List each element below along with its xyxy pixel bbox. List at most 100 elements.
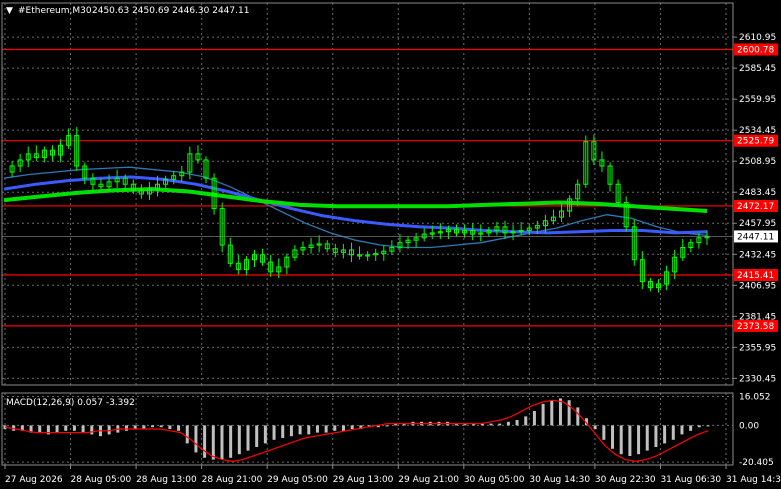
level-label: 2525.79 xyxy=(737,137,774,147)
macd-histogram-bar xyxy=(550,400,554,426)
macd-histogram-bar xyxy=(64,425,68,431)
macd-histogram-bar xyxy=(272,425,276,440)
ma_slow-line xyxy=(3,187,708,213)
macd-histogram-bar xyxy=(220,425,224,460)
macd-histogram-bar xyxy=(229,425,233,458)
y-tick-label: 2355.95 xyxy=(739,343,776,353)
macd-tick-label: -20.405 xyxy=(739,458,774,468)
symbol-label: #Ethereum,M30 xyxy=(18,6,92,16)
macd-histogram-bar xyxy=(281,425,285,438)
macd-histogram-bar xyxy=(151,425,155,428)
current-price-label: 2447.11 xyxy=(737,232,774,242)
x-tick-label: 29 Aug 13:00 xyxy=(333,475,394,485)
x-tick-label: 27 Aug 2026 xyxy=(5,475,63,485)
x-tick-label: 28 Aug 05:00 xyxy=(71,475,132,485)
macd-tick-label: 0.00 xyxy=(739,421,759,431)
level-label: 2472.17 xyxy=(737,202,774,212)
x-tick-label: 30 Aug 22:30 xyxy=(595,475,656,485)
macd-histogram-bar xyxy=(307,425,311,435)
macd-histogram-bar xyxy=(541,403,545,426)
x-tick-label: 30 Aug 14:30 xyxy=(529,475,590,485)
macd-header: MACD(12,26,9) 0.057 -3.392 xyxy=(6,398,135,408)
x-tick-label: 28 Aug 13:00 xyxy=(136,475,197,485)
macd-histogram-bar xyxy=(177,425,181,431)
macd-histogram-bar xyxy=(619,425,623,455)
macd-histogram-bar xyxy=(341,425,345,431)
main-frame xyxy=(1,2,734,386)
trading-chart[interactable]: 2600.78 2525.79 2472.17 2415.41 2373.58 2447… xyxy=(0,0,781,489)
macd-histogram-bar xyxy=(159,425,163,428)
y-tick-label: 2534.45 xyxy=(739,126,776,136)
price-grid xyxy=(2,3,733,385)
x-tick-label: 28 Aug 21:00 xyxy=(202,475,263,485)
y-tick-label: 2585.45 xyxy=(739,64,776,74)
macd-histogram-bar xyxy=(289,425,293,437)
macd-histogram-bar xyxy=(168,425,172,429)
macd-histogram-bar xyxy=(706,425,710,427)
macd-histogram-bar xyxy=(203,425,207,458)
macd-histogram-bar xyxy=(524,416,528,426)
macd-histogram-bar xyxy=(55,425,59,433)
macd-histogram-bar xyxy=(576,407,580,426)
level-label: 2415.41 xyxy=(737,271,774,281)
macd-histogram-bar xyxy=(515,420,519,426)
x-tick-label: 31 Aug 06:30 xyxy=(660,475,721,485)
macd-histogram-bar xyxy=(680,425,684,435)
macd-histogram-bar xyxy=(689,425,693,431)
support-resistance-levels[interactable]: 2600.78 2525.79 2472.17 2415.41 2373.58 xyxy=(2,43,778,332)
macd-histogram-bar xyxy=(697,425,701,428)
macd-histogram-bar xyxy=(350,425,354,429)
y-tick-label: 2432.45 xyxy=(739,250,776,260)
y-tick-label: 2610.95 xyxy=(739,33,776,43)
y-tick-label: 2559.95 xyxy=(739,95,776,105)
collapse-arrow-icon[interactable]: ▼ xyxy=(6,6,13,16)
macd-histogram-bar xyxy=(385,425,389,427)
macd-histogram-bar xyxy=(90,425,94,435)
macd-histogram-bar xyxy=(637,425,641,455)
macd-histogram-bar xyxy=(72,425,76,431)
macd-histogram-bar xyxy=(38,425,42,433)
chart-header: ▼ #Ethereum,M30 2450.63 2450.69 2446.30 … xyxy=(6,6,249,16)
y-tick-label: 2508.95 xyxy=(739,157,776,167)
y-tick-label: 2406.95 xyxy=(739,281,776,291)
x-tick-label: 30 Aug 05:00 xyxy=(464,475,525,485)
macd-histogram-bar xyxy=(194,425,198,453)
macd-histogram-bar xyxy=(532,411,536,426)
macd-histogram-bar xyxy=(324,425,328,433)
macd-histogram-bar xyxy=(567,400,571,426)
macd-histogram-bar xyxy=(255,425,259,447)
macd-tick-label: 16.052 xyxy=(739,393,771,403)
macd-histogram-bar xyxy=(246,425,250,451)
macd-histogram-bar xyxy=(628,425,632,456)
macd-histogram-bar xyxy=(333,425,337,431)
macd-histogram-bar xyxy=(558,398,562,426)
macd-histogram-bar xyxy=(506,421,510,426)
macd-histogram-bar xyxy=(263,425,267,444)
x-tick-label: 31 Aug 14:30 xyxy=(726,475,781,485)
y-tick-label: 2483.45 xyxy=(739,188,776,198)
macd-histogram-bar xyxy=(654,425,658,447)
y-tick-label: 2457.95 xyxy=(739,219,776,229)
level-label: 2600.78 xyxy=(737,45,774,55)
macd-histogram-bar xyxy=(498,423,502,426)
macd-histogram-bar xyxy=(663,425,667,444)
macd-histogram-bar xyxy=(211,425,215,460)
ohlc-values: 2450.63 2450.69 2446.30 2447.11 xyxy=(92,6,249,16)
macd-histogram-bar xyxy=(489,423,493,426)
x-tick-label: 29 Aug 05:00 xyxy=(267,475,328,485)
macd-histogram-bar xyxy=(185,425,189,444)
macd-histogram-bar xyxy=(298,425,302,435)
macd-histogram-bar xyxy=(645,425,649,451)
macd-histogram-bar xyxy=(237,425,241,455)
level-label: 2373.58 xyxy=(737,322,774,332)
y-tick-label: 2330.45 xyxy=(739,374,776,384)
macd-histogram-bar xyxy=(81,425,85,433)
macd-histogram-bar xyxy=(611,425,615,449)
y-tick-label: 2381.45 xyxy=(739,312,776,322)
macd-histogram-bar xyxy=(125,425,129,431)
macd-histogram-bar xyxy=(315,425,319,433)
macd-histogram-bar xyxy=(671,425,675,440)
x-tick-label: 29 Aug 21:00 xyxy=(398,475,459,485)
macd-histogram-bar xyxy=(593,425,597,429)
macd-histogram-bar xyxy=(602,425,606,440)
